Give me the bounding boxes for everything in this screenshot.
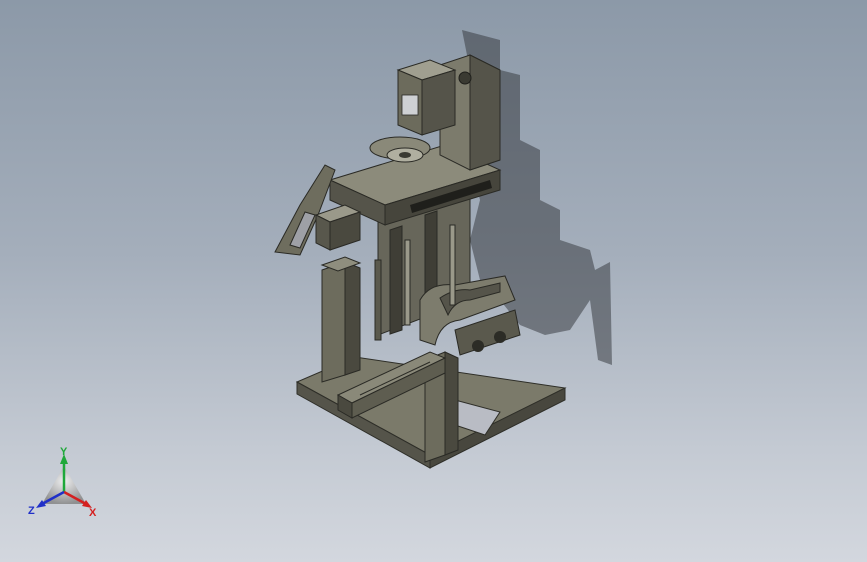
left-motor [314,204,362,251]
y-axis-label: Y [60,446,68,458]
x-axis-label: X [89,507,97,519]
z-axis-label: Z [28,505,35,517]
graphics-viewport[interactable]: Y X Z [0,0,867,562]
feeder-hopper [419,275,521,356]
left-column [320,256,362,383]
rotary-head [369,136,431,163]
cad-model-view[interactable] [0,0,867,562]
reference-triad: Y X Z [28,446,97,519]
